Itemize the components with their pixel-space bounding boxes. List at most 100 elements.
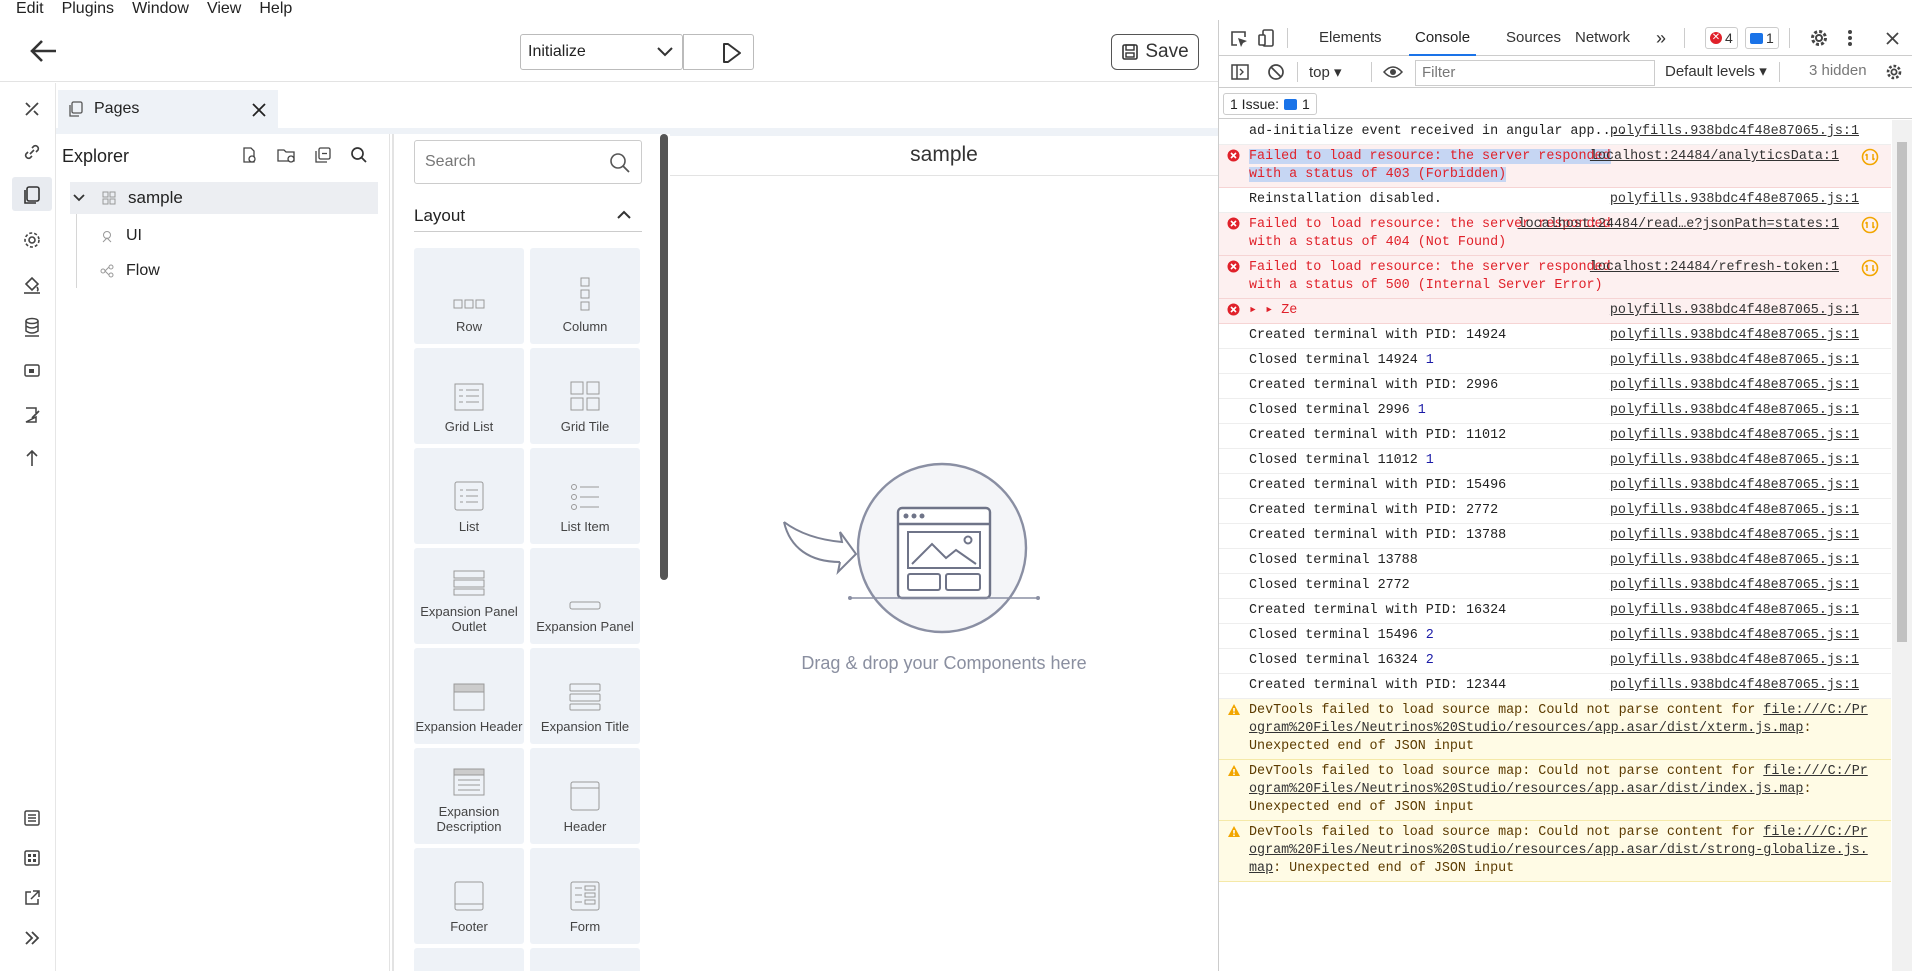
- tree-item-sample[interactable]: sample: [70, 182, 183, 214]
- source-link[interactable]: localhost:24484/refresh-token:1: [1590, 259, 1839, 277]
- source-link[interactable]: polyfills.938bdc4f48e87065.js:1: [1610, 191, 1859, 209]
- search-icon[interactable]: [350, 146, 368, 169]
- source-link[interactable]: polyfills.938bdc4f48e87065.js:1: [1610, 677, 1859, 695]
- console-row-log[interactable]: Closed terminal 14924 1 polyfills.938bdc4…: [1219, 349, 1891, 374]
- palette-tile-expansion-title[interactable]: Expansion Title: [530, 648, 640, 744]
- palette-tile-column[interactable]: Column: [530, 248, 640, 344]
- console-row-warn[interactable]: DevTools failed to load source map: Coul…: [1219, 821, 1891, 882]
- console-row-log[interactable]: Created terminal with PID: 2996 polyfills…: [1219, 374, 1891, 399]
- palette-tile-expansion-panel[interactable]: Expansion Panel: [530, 548, 640, 644]
- tree-item-flow[interactable]: Flow: [100, 255, 160, 287]
- close-devtools-icon[interactable]: [1886, 32, 1899, 45]
- palette-tile-form[interactable]: Form: [530, 848, 640, 944]
- console-row-log[interactable]: ad-initialize event received in angular …: [1219, 120, 1891, 145]
- source-link[interactable]: localhost:24484/analyticsData:1: [1590, 148, 1839, 166]
- console-row-log[interactable]: Created terminal with PID: 11012 polyfill…: [1219, 424, 1891, 449]
- source-link[interactable]: polyfills.938bdc4f48e87065.js:1: [1610, 577, 1859, 595]
- expand-icon[interactable]: [20, 926, 44, 950]
- source-link[interactable]: polyfills.938bdc4f48e87065.js:1: [1610, 527, 1859, 545]
- palette-tile-list[interactable]: List: [414, 448, 524, 544]
- run-button[interactable]: [684, 34, 754, 70]
- devtools-tab-sources[interactable]: Sources: [1506, 20, 1561, 56]
- default-levels-dropdown[interactable]: Default levels ▾: [1665, 62, 1767, 80]
- source-link[interactable]: polyfills.938bdc4f48e87065.js:1: [1610, 552, 1859, 570]
- source-link[interactable]: polyfills.938bdc4f48e87065.js:1: [1610, 627, 1859, 645]
- console-row-err[interactable]: Failed to load resource: the server resp…: [1219, 256, 1891, 299]
- devtools-tab-console[interactable]: Console: [1409, 20, 1477, 56]
- console-row-log[interactable]: Closed terminal 11012 1 polyfills.938bdc4…: [1219, 449, 1891, 474]
- context-selector[interactable]: top ▾: [1309, 63, 1342, 81]
- source-link[interactable]: polyfills.938bdc4f48e87065.js:1: [1610, 352, 1859, 370]
- palette-tile-grid-tile[interactable]: Grid Tile: [530, 348, 640, 444]
- menu-help[interactable]: Help: [250, 0, 301, 20]
- console-row-warn[interactable]: DevTools failed to load source map: Coul…: [1219, 699, 1891, 760]
- settings-gear-icon[interactable]: [1809, 28, 1829, 48]
- palette-scrollbar[interactable]: [660, 134, 668, 580]
- flow-select[interactable]: Initialize: [520, 34, 683, 70]
- source-link[interactable]: polyfills.938bdc4f48e87065.js:1: [1610, 123, 1859, 141]
- clear-console-icon[interactable]: [1267, 63, 1285, 81]
- source-link[interactable]: polyfills.938bdc4f48e87065.js:1: [1610, 602, 1859, 620]
- source-link[interactable]: polyfills.938bdc4f48e87065.js:1: [1610, 377, 1859, 395]
- console-row-err[interactable]: ▸ ▸ Ze polyfills.938bdc4f48e87065.js:1: [1219, 299, 1891, 324]
- issues-button[interactable]: 1 Issue: 1: [1223, 93, 1317, 115]
- console-row-warn[interactable]: DevTools failed to load source map: Coul…: [1219, 760, 1891, 821]
- more-tabs-icon[interactable]: »: [1656, 20, 1666, 56]
- console-row-log[interactable]: Closed terminal 2996 1 polyfills.938bdc4f…: [1219, 399, 1891, 424]
- palette-tile-footer[interactable]: Footer: [414, 848, 524, 944]
- console-filter-input[interactable]: Filter: [1415, 60, 1655, 86]
- palette-tile-expansion-panel-outlet[interactable]: Expansion Panel Outlet: [414, 548, 524, 644]
- inspect-icon[interactable]: [1229, 29, 1249, 49]
- new-folder-icon[interactable]: [276, 146, 296, 169]
- settings-gear-icon[interactable]: [20, 228, 44, 252]
- component-search-input[interactable]: Search: [414, 140, 642, 184]
- external-link-icon[interactable]: [20, 886, 44, 910]
- pages-icon[interactable]: [20, 183, 44, 207]
- tools-icon[interactable]: [20, 97, 44, 121]
- eye-icon[interactable]: [1383, 65, 1403, 79]
- collapse-all-icon[interactable]: [314, 146, 332, 169]
- console-row-log[interactable]: Closed terminal 2772 polyfills.938bdc4f48…: [1219, 574, 1891, 599]
- source-link[interactable]: polyfills.938bdc4f48e87065.js:1: [1610, 502, 1859, 520]
- console-scroll-thumb[interactable]: [1897, 142, 1907, 642]
- source-link[interactable]: polyfills.938bdc4f48e87065.js:1: [1610, 652, 1859, 670]
- back-arrow-icon[interactable]: [28, 38, 58, 64]
- new-file-icon[interactable]: [240, 146, 258, 169]
- palette-tile-grid-list[interactable]: Grid List: [414, 348, 524, 444]
- close-icon[interactable]: [252, 103, 266, 117]
- console-row-log[interactable]: Created terminal with PID: 15496 polyfill…: [1219, 474, 1891, 499]
- database-icon[interactable]: [20, 315, 44, 339]
- message-count-badge[interactable]: 1: [1745, 27, 1779, 49]
- devtools-tab-network[interactable]: Network: [1575, 20, 1630, 56]
- menu-edit[interactable]: Edit: [0, 0, 53, 20]
- palette-tile-list-item[interactable]: List Item: [530, 448, 640, 544]
- menu-view[interactable]: View: [198, 0, 250, 20]
- source-link[interactable]: polyfills.938bdc4f48e87065.js:1: [1610, 427, 1859, 445]
- console-row-log[interactable]: Created terminal with PID: 16324 polyfill…: [1219, 599, 1891, 624]
- console-row-log[interactable]: Created terminal with PID: 13788 polyfill…: [1219, 524, 1891, 549]
- layout-section-header[interactable]: Layout: [414, 200, 642, 232]
- console-row-log[interactable]: Closed terminal 16324 2 polyfills.938bdc4…: [1219, 649, 1891, 674]
- network-request-icon[interactable]: [1861, 216, 1879, 241]
- tab-pages[interactable]: Pages: [58, 90, 278, 128]
- menu-window[interactable]: Window: [123, 0, 198, 20]
- logs-icon[interactable]: [20, 806, 44, 830]
- link-icon[interactable]: [20, 140, 44, 164]
- console-row-err[interactable]: Failed to load resource: the server resp…: [1219, 145, 1891, 188]
- palette-tile-row[interactable]: Row: [414, 248, 524, 344]
- console-row-log[interactable]: Reinstallation disabled. polyfills.938bdc…: [1219, 188, 1891, 213]
- palette-tile-expansion-description[interactable]: Expansion Description: [414, 748, 524, 844]
- save-button[interactable]: Save: [1111, 34, 1199, 70]
- grid-icon[interactable]: [20, 846, 44, 870]
- source-link[interactable]: polyfills.938bdc4f48e87065.js:1: [1610, 302, 1859, 320]
- console-row-log[interactable]: Created terminal with PID: 2772 polyfills…: [1219, 499, 1891, 524]
- edit-document-icon[interactable]: [20, 403, 44, 427]
- source-link[interactable]: polyfills.938bdc4f48e87065.js:1: [1610, 452, 1859, 470]
- console-settings-icon[interactable]: [1885, 63, 1903, 81]
- menu-plugins[interactable]: Plugins: [53, 0, 123, 20]
- source-link[interactable]: localhost:24484/read…e?jsonPath=states:1: [1518, 216, 1839, 234]
- console-row-log[interactable]: Closed terminal 15496 2 polyfills.938bdc4…: [1219, 624, 1891, 649]
- component-icon[interactable]: [20, 359, 44, 383]
- deploy-icon[interactable]: [20, 446, 44, 470]
- source-link[interactable]: polyfills.938bdc4f48e87065.js:1: [1610, 402, 1859, 420]
